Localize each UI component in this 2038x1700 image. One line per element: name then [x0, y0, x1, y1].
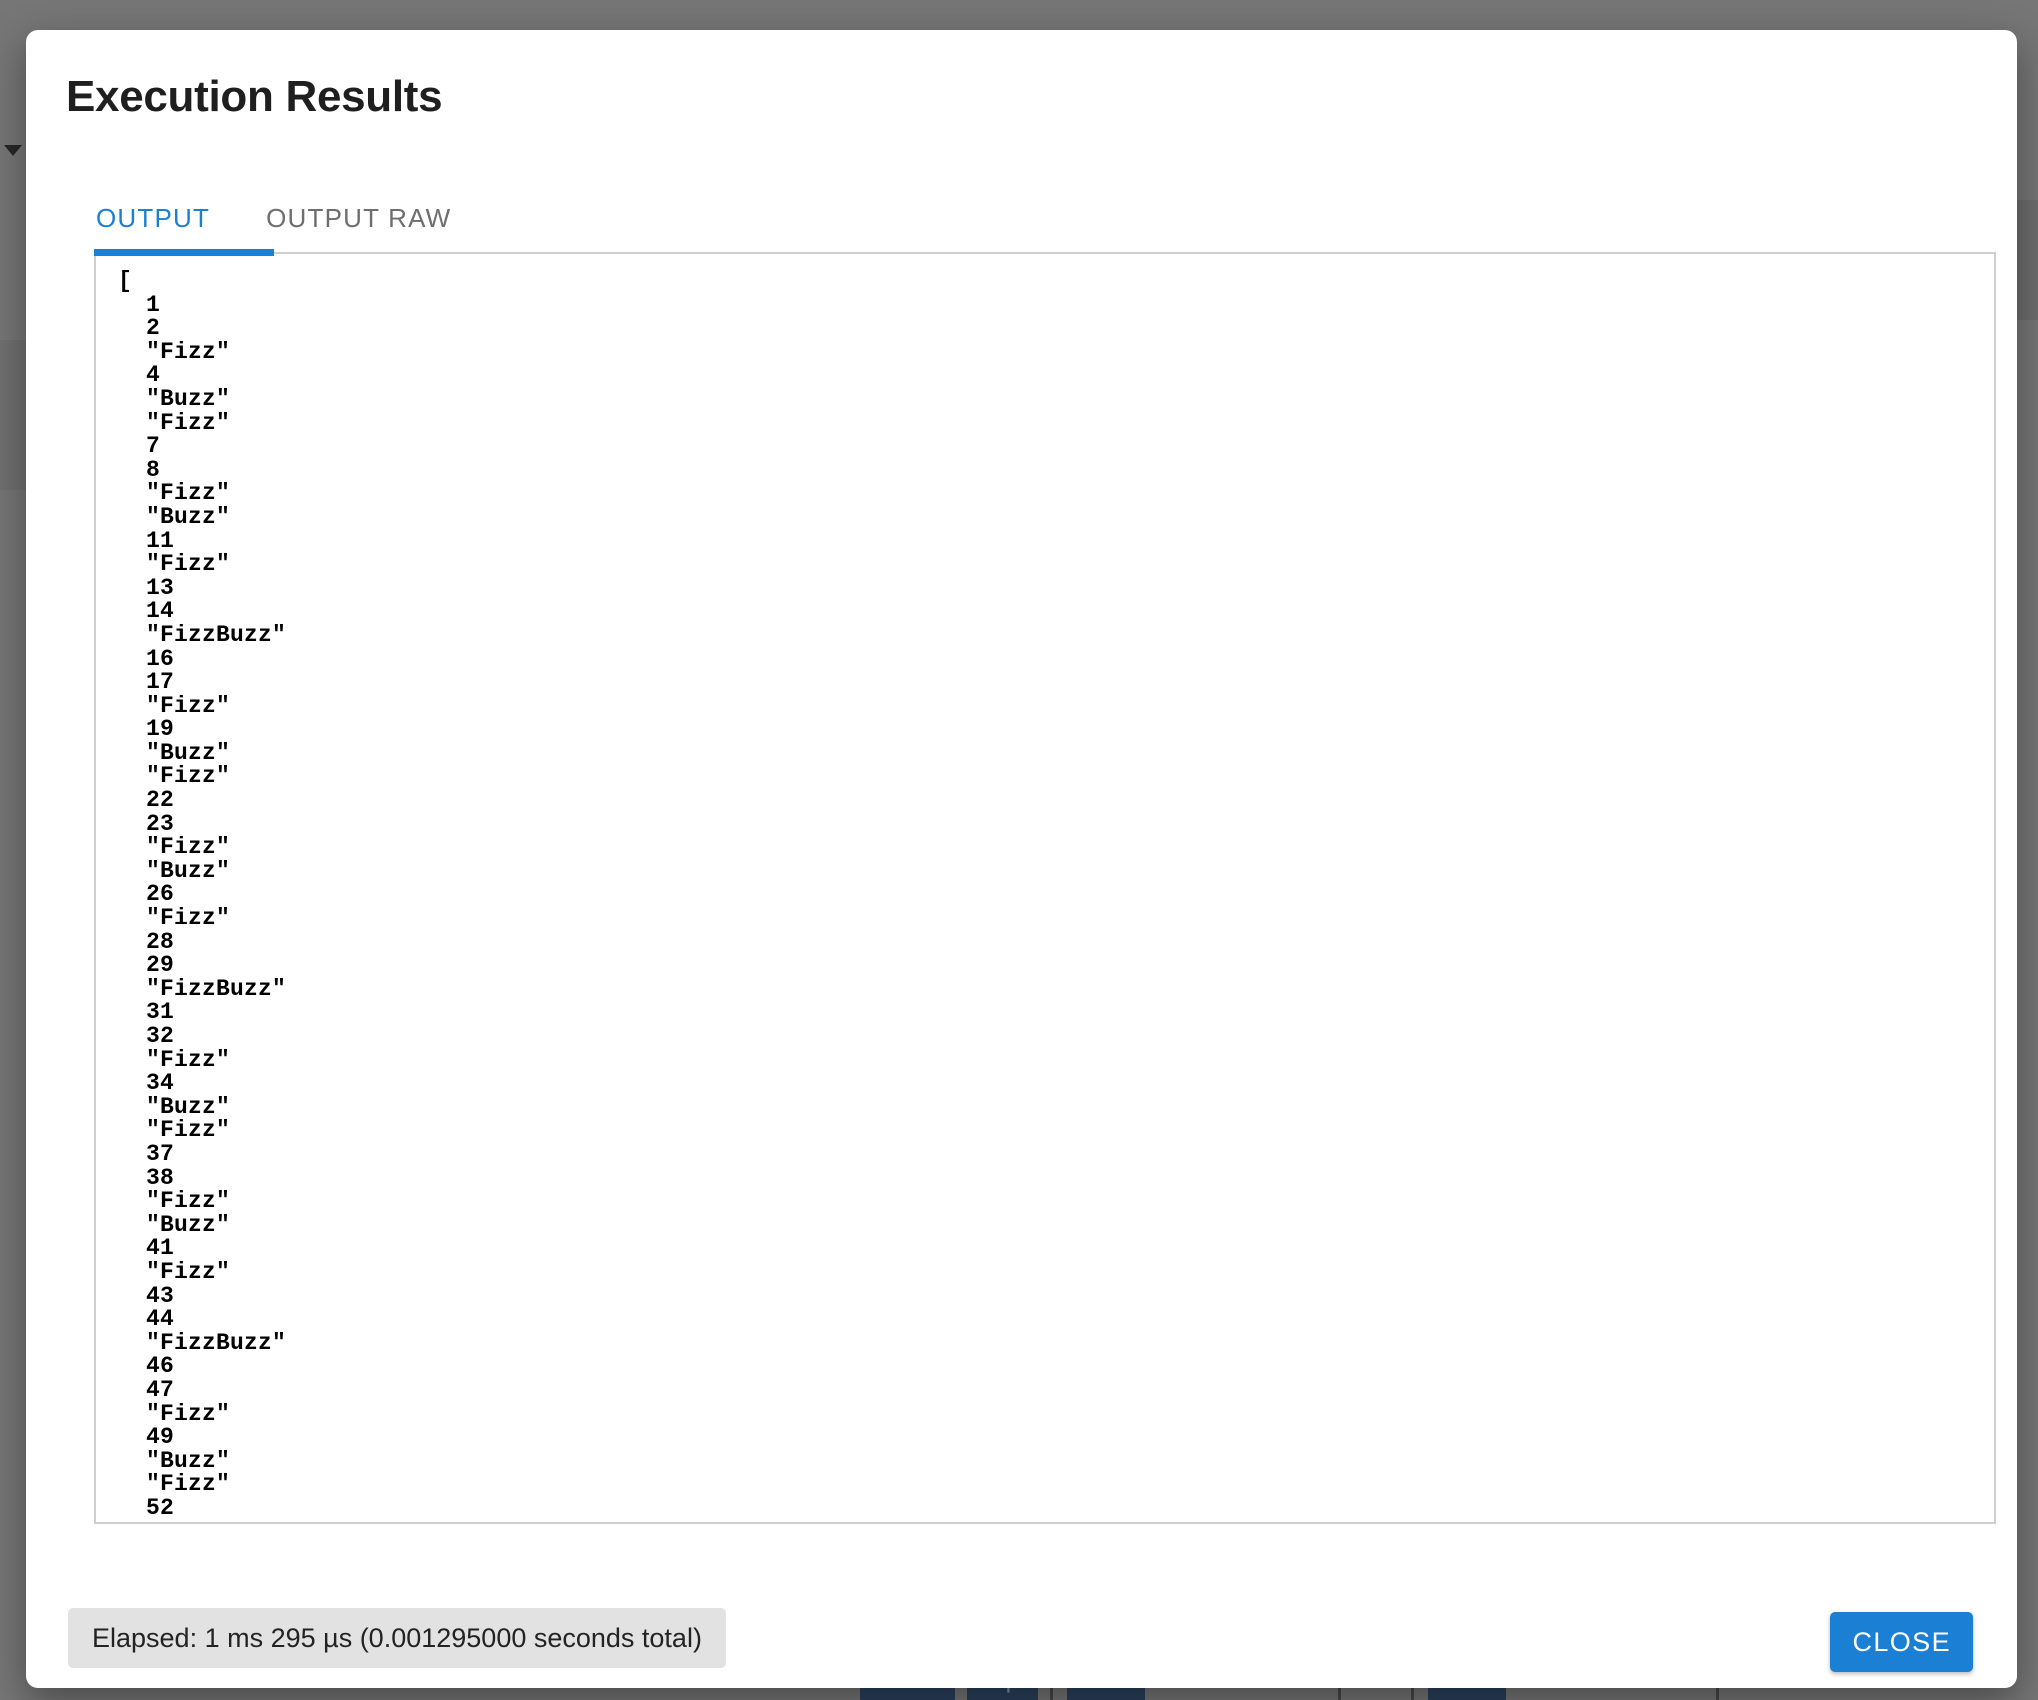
- close-button[interactable]: CLOSE: [1830, 1612, 1973, 1672]
- tab-output[interactable]: OUTPUT: [68, 180, 238, 244]
- elapsed-label: Elapsed: 1 ms 295 µs (0.001295000 second…: [92, 1622, 702, 1653]
- output-json-text: [ 1 2 "Fizz" 4 "Buzz" "Fizz" 7 8 "Fizz" …: [118, 268, 287, 1521]
- tab-output-raw[interactable]: OUTPUT RAW: [238, 180, 479, 244]
- tab-active-indicator: [94, 249, 274, 256]
- output-panel[interactable]: [ 1 2 "Fizz" 4 "Buzz" "Fizz" 7 8 "Fizz" …: [94, 252, 1996, 1524]
- tab-bar: OUTPUT OUTPUT RAW: [68, 180, 1975, 244]
- page-title: Execution Results: [66, 72, 443, 121]
- execution-results-dialog: Execution Results OUTPUT OUTPUT RAW [ 1 …: [26, 30, 2017, 1688]
- elapsed-status: Elapsed: 1 ms 295 µs (0.001295000 second…: [68, 1608, 726, 1668]
